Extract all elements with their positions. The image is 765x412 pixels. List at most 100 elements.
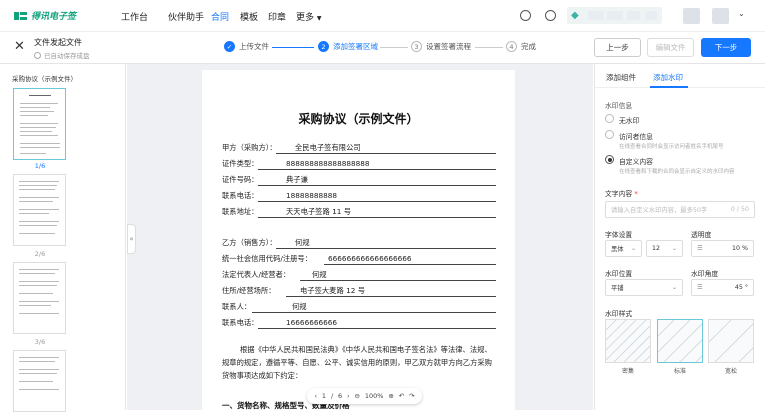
chevron-down-icon: ⌄ bbox=[671, 284, 677, 291]
nav-template[interactable]: 模板 bbox=[240, 10, 258, 23]
flow-header: ✕ 文件发起文件 已自动保存成盘 ✓ 上传文件 2 添加签署区域 3 设置签署流程 4… bbox=[0, 32, 765, 64]
page-thumbnail-3[interactable] bbox=[13, 262, 66, 334]
zoom-out-icon[interactable]: ⊖ bbox=[355, 392, 360, 400]
document-viewer: « 采购协议（示例文件） 甲方（采购方）： 全民电子签有限公司 证件类型： 88… bbox=[127, 64, 593, 410]
nav-partner[interactable]: 伙伴助手 bbox=[168, 10, 204, 23]
zoom-in-icon[interactable]: ⊕ bbox=[388, 392, 393, 400]
chevron-down-icon[interactable]: ⌄ bbox=[738, 9, 745, 18]
watermark-angle-label: 水印角度 bbox=[691, 270, 719, 278]
address-a-label: 联系地址： bbox=[222, 207, 259, 216]
angle-unit: ° bbox=[744, 284, 748, 291]
step-label: 上传文件 bbox=[239, 42, 269, 51]
top-nav-bar: 得讯电子签 工作台 伙伴助手 合同 模板 印章 更多 ▼ ◆ ⌄ bbox=[0, 0, 765, 32]
step-signing-flow: 3 设置签署流程 bbox=[411, 41, 471, 52]
angle-value: 45 bbox=[734, 284, 743, 291]
legal-rep-value: 何规 bbox=[312, 270, 327, 279]
next-page-icon[interactable]: › bbox=[347, 392, 350, 400]
step-number: ✓ bbox=[224, 41, 235, 52]
watermark-angle-input[interactable]: ☰ 45 ° bbox=[691, 279, 754, 296]
edit-file-button[interactable]: 编辑文件 bbox=[647, 38, 694, 57]
radio-no-watermark[interactable] bbox=[605, 114, 614, 123]
char-counter: 0 / 50 bbox=[730, 206, 749, 213]
nav-contract[interactable]: 合同 bbox=[211, 10, 229, 23]
opacity-label: 透明度 bbox=[691, 231, 712, 239]
id-number-label: 证件号码： bbox=[222, 175, 259, 184]
autosave-status: 已自动保存成盘 bbox=[34, 50, 90, 60]
font-size-value: 12 bbox=[652, 245, 661, 252]
option-custom-content-label: 自定义内容 bbox=[619, 158, 653, 166]
watermark-text-placeholder: 请输入自定义水印内容，最多50字 bbox=[611, 207, 708, 214]
close-icon[interactable]: ✕ bbox=[14, 39, 25, 54]
nav-more-label: 更多 bbox=[296, 13, 315, 23]
step-connector bbox=[272, 47, 314, 48]
radio-custom-content[interactable] bbox=[605, 155, 614, 164]
opacity-input[interactable]: ☰ 10 % bbox=[691, 240, 754, 257]
address-a-value: 天天电子签路 11 号 bbox=[286, 207, 352, 216]
avatar[interactable] bbox=[683, 8, 700, 24]
chevron-down-icon: ⌄ bbox=[630, 245, 636, 252]
phone-a-value: 18888888888 bbox=[286, 191, 338, 200]
tab-add-watermark[interactable]: 添加水印 bbox=[653, 72, 683, 83]
nav-more[interactable]: 更多 ▼ bbox=[296, 10, 322, 23]
radio-visitor-info[interactable] bbox=[605, 130, 614, 139]
style-loose[interactable] bbox=[708, 319, 754, 363]
org-name-blurred-2 bbox=[607, 11, 623, 20]
style-standard[interactable] bbox=[657, 319, 703, 363]
phone-b-value: 16666666666 bbox=[286, 318, 338, 327]
tab-add-component[interactable]: 添加组件 bbox=[606, 72, 636, 83]
option-custom-content-desc: 在线查看和下载的合同会显示自定义的水印内容 bbox=[619, 169, 735, 175]
page-thumbnail-1[interactable] bbox=[13, 88, 66, 160]
residence-value: 电子签大麦路 12 号 bbox=[300, 286, 366, 295]
font-size-select[interactable]: 12 ⌄ bbox=[646, 240, 683, 257]
compass-icon[interactable] bbox=[545, 10, 556, 21]
panel-tabs: 添加组件 添加水印 bbox=[595, 64, 765, 88]
id-type-value: 888888888888888888 bbox=[286, 159, 370, 168]
opacity-unit: % bbox=[742, 245, 748, 252]
undo-icon[interactable]: ↶ bbox=[399, 392, 404, 400]
org-name-blurred-3 bbox=[627, 11, 640, 20]
page-number-2: 2/6 bbox=[34, 250, 46, 258]
id-type-label: 证件类型： bbox=[222, 159, 259, 168]
step-label: 设置签署流程 bbox=[426, 42, 471, 51]
user-name-blurred bbox=[712, 8, 729, 24]
position-value: 平铺 bbox=[611, 285, 624, 292]
diamond-icon: ◆ bbox=[571, 10, 579, 21]
style-dense[interactable] bbox=[605, 319, 651, 363]
help-icon[interactable] bbox=[520, 10, 531, 21]
page-toolbar: ‹ 1 / 6 › ⊖ 100% ⊕ ↶ ↷ bbox=[307, 388, 422, 404]
next-step-button[interactable]: 下一步 bbox=[701, 38, 751, 57]
step-add-sign-area: 2 添加签署区域 bbox=[318, 41, 378, 52]
page-thumbnail-4[interactable] bbox=[13, 350, 66, 412]
opacity-value: 10 bbox=[731, 245, 740, 252]
watermark-text-input[interactable]: 请输入自定义水印内容，最多50字 0 / 50 bbox=[605, 201, 755, 218]
angle-icon: ☰ bbox=[697, 284, 703, 291]
font-family-value: 黑体 bbox=[611, 246, 624, 253]
org-name-blurred bbox=[588, 11, 604, 20]
font-family-select[interactable]: 黑体 ⌄ bbox=[605, 240, 642, 257]
step-label: 添加签署区域 bbox=[333, 42, 378, 51]
current-page[interactable]: 1 bbox=[322, 392, 326, 400]
style-loose-label: 宽松 bbox=[724, 368, 737, 375]
logo[interactable]: 得讯电子签 bbox=[14, 9, 76, 22]
page-separator: / bbox=[330, 392, 334, 400]
contact-label: 联系人： bbox=[222, 302, 252, 311]
page-thumbnail-2[interactable] bbox=[13, 174, 66, 246]
prev-step-button[interactable]: 上一步 bbox=[594, 38, 641, 57]
step-number: 3 bbox=[411, 41, 422, 52]
collapse-sidebar-button[interactable]: « bbox=[127, 224, 136, 254]
watermark-style-label: 水印样式 bbox=[605, 310, 633, 318]
flow-title: 文件发起文件 bbox=[34, 38, 82, 47]
watermark-position-select[interactable]: 平铺 ⌄ bbox=[605, 279, 683, 296]
active-tab-indicator bbox=[650, 86, 688, 88]
residence-label: 住所/经营场所： bbox=[222, 286, 276, 295]
agreement-paragraph: 根据《中华人民共和国民法典》《中华人民共和国电子签名法》等法律、法规、规章的规定… bbox=[222, 345, 492, 380]
total-pages: 6 bbox=[338, 392, 343, 400]
nav-seal[interactable]: 印章 bbox=[268, 10, 286, 23]
text-content-label-text: 文字内容 bbox=[605, 190, 633, 198]
redo-icon[interactable]: ↷ bbox=[409, 392, 414, 400]
nav-workbench[interactable]: 工作台 bbox=[121, 10, 148, 23]
prev-page-icon[interactable]: ‹ bbox=[314, 392, 317, 400]
option-no-watermark-label: 无水印 bbox=[619, 117, 640, 125]
option-visitor-info-label: 访问者信息 bbox=[619, 133, 653, 141]
phone-a-label: 联系电话： bbox=[222, 191, 259, 200]
